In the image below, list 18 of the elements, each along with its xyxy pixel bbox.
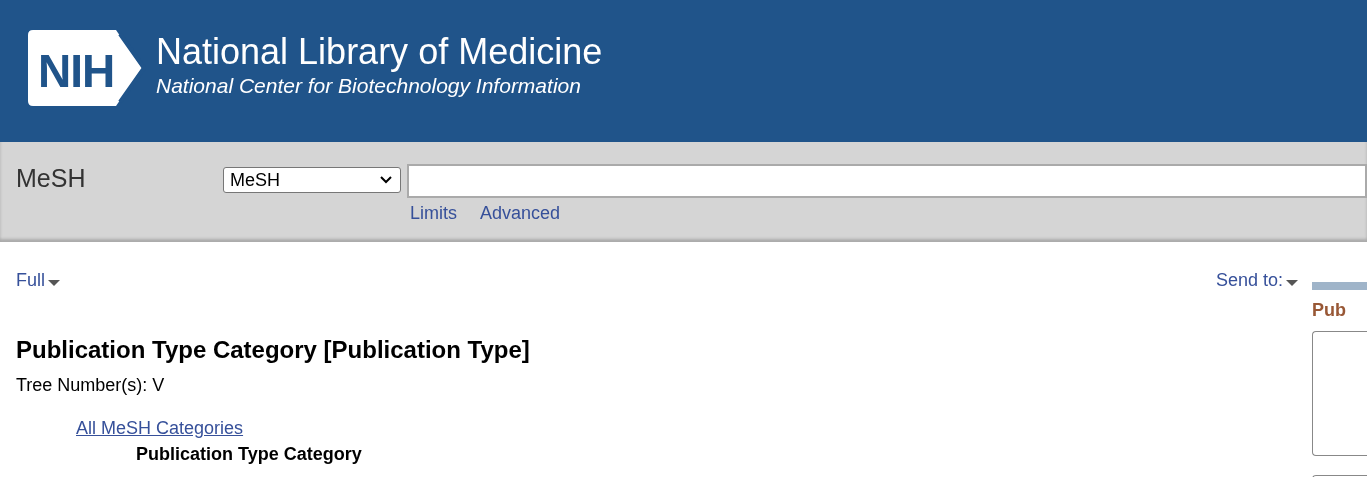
caret-icon — [48, 279, 60, 286]
record-title: Publication Type Category [Publication Type] — [16, 335, 531, 365]
tree-link[interactable]: All MeSH Categories — [76, 418, 244, 438]
tree-current-item: Publication Type Category — [136, 444, 362, 464]
search-field[interactable] — [407, 164, 1367, 198]
chevron-down-icon — [380, 176, 392, 184]
site-subtitle: National Center for Biotechnology Information — [156, 73, 582, 99]
logo-text: NIH — [38, 44, 115, 98]
search-option-link[interactable]: Limits — [410, 203, 457, 224]
site-title: National Library of Medicine — [156, 32, 603, 72]
send-to-menu[interactable]: Send to: — [1215, 270, 1298, 291]
caret-icon — [1286, 279, 1298, 286]
tree-number: Tree Number(s): V — [16, 375, 166, 396]
site-label: MeSH — [16, 164, 87, 194]
search-option-link[interactable]: Advanced — [480, 203, 561, 224]
database-select[interactable]: MeSH — [223, 167, 401, 193]
sidebar-heading: Pub — [1312, 300, 1347, 321]
format-menu[interactable]: Full — [16, 270, 60, 291]
